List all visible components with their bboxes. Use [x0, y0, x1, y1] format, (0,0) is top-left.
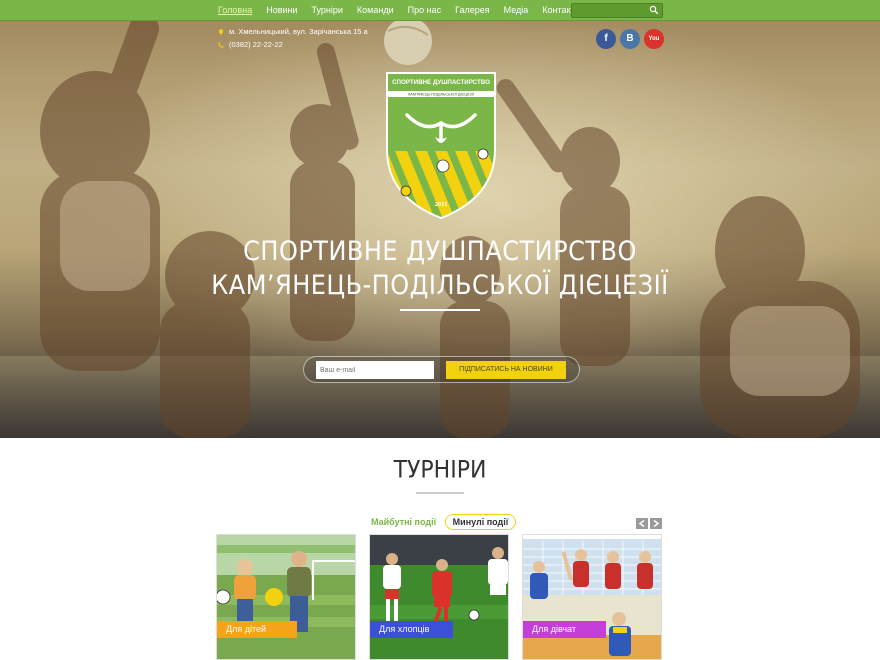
nav-item-teams[interactable]: Команди	[357, 0, 394, 21]
hero-divider	[400, 309, 480, 311]
section-divider	[416, 492, 464, 494]
hero-title-line-1: СПОРТИВНЕ ДУШПАСТИРСТВО	[243, 235, 637, 267]
phone-text: (0382) 22-22-22	[229, 40, 283, 49]
kids-football-photo	[217, 535, 355, 659]
address-line: м. Хмельницький, вул. Зарічанська 15 а	[218, 27, 368, 36]
top-navbar: Головна Новини Турніри Команди Про нас Г…	[0, 0, 880, 21]
tab-past-events[interactable]: Минулі події	[445, 514, 516, 530]
diocese-crest-logo: СПОРТИВНЕ ДУШПАСТИРСТВО КАМ'ЯНЕЦЬ-ПОДІЛЬ…	[386, 72, 496, 219]
crest-year: 2011	[435, 201, 448, 208]
nav-item-about[interactable]: Про нас	[408, 0, 441, 21]
map-pin-icon	[218, 28, 224, 35]
nav-search-box	[571, 3, 663, 21]
nav-item-gallery[interactable]: Галерея	[455, 0, 490, 21]
tab-upcoming-events[interactable]: Майбутні події	[371, 517, 436, 527]
crest-sub-text: КАМ'ЯНЕЦЬ-ПОДІЛЬСЬКОЇ ДІЄЦЕЗІЇ	[408, 93, 475, 97]
volleyball-match-photo	[523, 535, 661, 659]
prev-arrow-button[interactable]	[636, 518, 648, 529]
nav-item-home[interactable]: Головна	[218, 0, 252, 21]
nav-item-tournaments[interactable]: Турніри	[312, 0, 343, 21]
nav-item-news[interactable]: Новини	[266, 0, 297, 21]
email-field[interactable]	[316, 361, 434, 379]
card-label-girls: Для дівчат	[523, 621, 606, 638]
next-arrow-button[interactable]	[650, 518, 662, 529]
chevron-left-icon	[639, 520, 645, 527]
main-menu: Головна Новини Турніри Команди Про нас Г…	[218, 0, 594, 21]
search-input[interactable]	[572, 8, 648, 21]
card-label-kids: Для дітей	[217, 621, 297, 638]
hero-banner: м. Хмельницький, вул. Зарічанська 15 а (…	[0, 21, 880, 438]
phone-icon	[218, 41, 224, 48]
tournament-card-girls[interactable]: Для дівчат	[522, 534, 662, 660]
tournament-card-kids[interactable]: Для дітей	[216, 534, 356, 660]
hero-title-line-2: КАМ’ЯНЕЦЬ-ПОДІЛЬСЬКОЇ ДІЄЦЕЗІЇ	[211, 269, 669, 301]
chevron-right-icon	[653, 520, 659, 527]
facebook-icon[interactable]: f	[596, 29, 616, 49]
crest-top-text: СПОРТИВНЕ ДУШПАСТИРСТВО	[392, 79, 490, 86]
phone-line: (0382) 22-22-22	[218, 40, 283, 49]
nav-item-media[interactable]: Медіа	[504, 0, 529, 21]
address-text: м. Хмельницький, вул. Зарічанська 15 а	[229, 27, 368, 36]
search-icon[interactable]	[649, 5, 659, 15]
card-label-boys: Для хлопців	[370, 621, 453, 638]
tournament-card-boys[interactable]: Для хлопців	[369, 534, 509, 660]
football-match-photo	[370, 535, 508, 659]
subscribe-button[interactable]: ПІДПИСАТИСЬ НА НОВИНИ	[446, 361, 566, 379]
tournaments-title: ТУРНІРИ	[393, 456, 487, 485]
youtube-icon[interactable]: You	[644, 29, 664, 49]
vk-icon[interactable]: B	[620, 29, 640, 49]
